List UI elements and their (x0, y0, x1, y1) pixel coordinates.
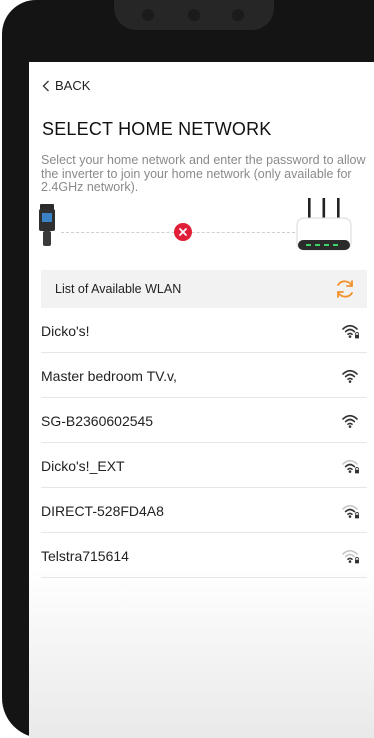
camera-lens-icon (142, 9, 154, 21)
network-list: Dicko's! Master bedroom TV.v, SG-B23606025… (41, 309, 367, 579)
wlan-list-header: List of Available WLAN (41, 270, 367, 308)
network-name: Dicko's! (41, 322, 90, 339)
wlan-list-title: List of Available WLAN (55, 282, 182, 296)
network-row[interactable]: Dicko's!_EXT (41, 444, 367, 488)
camera-notch (114, 0, 274, 30)
app-screen: BACK SELECT HOME NETWORK Select your hom… (29, 62, 374, 738)
back-label: BACK (55, 78, 91, 93)
error-icon (174, 223, 192, 241)
network-row[interactable]: SG-B2360602545 (41, 399, 367, 443)
network-row[interactable]: DIRECT-528FD4A8 (41, 489, 367, 533)
instructions-text: Select your home network and enter the p… (41, 153, 366, 194)
network-row[interactable]: Master bedroom TV.v, (41, 354, 367, 398)
chevron-left-icon (42, 80, 49, 91)
connection-diagram (29, 196, 374, 256)
network-name: Master bedroom TV.v, (41, 367, 177, 384)
network-name: DIRECT-528FD4A8 (41, 502, 164, 519)
network-row[interactable]: Dicko's! (41, 309, 367, 353)
wifi-icon (342, 369, 358, 383)
wifi-locked-icon (342, 504, 359, 518)
wifi-icon (342, 414, 358, 428)
wifi-locked-icon (342, 324, 359, 338)
router-icon (296, 198, 352, 251)
sensor-icon (188, 9, 200, 21)
inverter-icon (39, 204, 55, 246)
back-button[interactable]: BACK (42, 78, 90, 93)
wifi-locked-icon (342, 459, 359, 473)
network-name: Dicko's!_EXT (41, 457, 125, 474)
wifi-locked-icon (342, 549, 359, 563)
network-name: SG-B2360602545 (41, 412, 154, 429)
page-title: SELECT HOME NETWORK (42, 119, 272, 139)
network-row[interactable]: Telstra715614 (41, 534, 367, 578)
refresh-icon[interactable] (333, 277, 357, 301)
network-name: Telstra715614 (41, 547, 129, 564)
speaker-icon (232, 9, 244, 21)
